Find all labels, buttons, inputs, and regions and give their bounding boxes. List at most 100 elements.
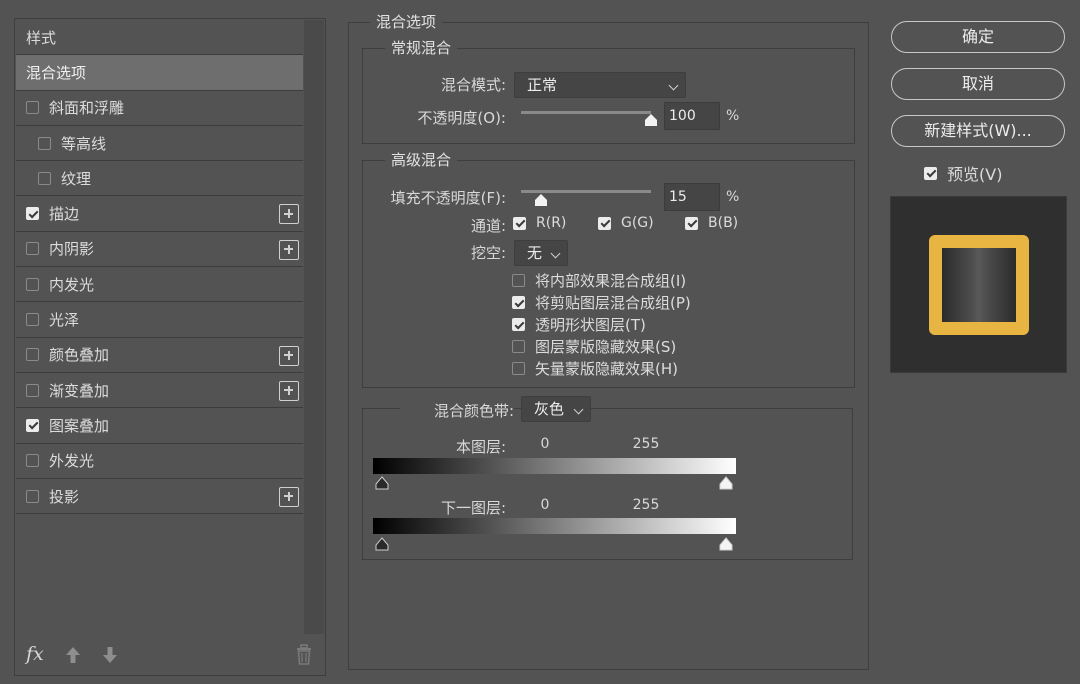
trash-icon[interactable] bbox=[293, 643, 315, 667]
ok-button[interactable]: 确定 bbox=[891, 21, 1065, 53]
fx-icon[interactable]: fx bbox=[26, 643, 44, 665]
blend-if-select[interactable]: 灰色 bbox=[521, 396, 591, 422]
advanced-option-checkbox[interactable]: 矢量蒙版隐藏效果(H) bbox=[512, 358, 678, 379]
opacity-label: 不透明度(O): bbox=[417, 109, 506, 127]
style-item-label: 光泽 bbox=[49, 311, 80, 330]
fill-opacity-slider-thumb[interactable] bbox=[534, 194, 548, 206]
style-item[interactable]: 渐变叠加 bbox=[16, 373, 303, 409]
style-item-label: 图案叠加 bbox=[49, 416, 110, 435]
checkbox-icon[interactable] bbox=[26, 454, 39, 468]
checkbox-checked-icon[interactable] bbox=[26, 418, 39, 432]
blend-if-label: 混合颜色带: bbox=[400, 400, 514, 421]
advanced-option-checkbox[interactable]: 透明形状图层(T) bbox=[512, 314, 646, 335]
new-style-button[interactable]: 新建样式(W)... bbox=[891, 115, 1065, 147]
chevron-down-icon bbox=[573, 404, 584, 415]
advanced-option-checkbox[interactable]: 将剪贴图层混合成组(P) bbox=[512, 292, 691, 313]
underlying-layer-gradient bbox=[373, 518, 736, 534]
move-up-icon[interactable] bbox=[63, 644, 83, 666]
underlying-layer-black-handle[interactable] bbox=[375, 537, 389, 551]
preview-checkbox[interactable]: 预览(V) bbox=[924, 161, 1002, 185]
advanced-blending-title: 高级混合 bbox=[385, 151, 458, 169]
move-down-icon[interactable] bbox=[100, 644, 120, 666]
checkbox-icon[interactable] bbox=[26, 313, 39, 327]
checkbox-icon[interactable] bbox=[26, 277, 39, 291]
this-layer-label: 本图层: bbox=[455, 438, 506, 456]
styles-header[interactable]: 样式 bbox=[16, 20, 303, 56]
blending-options-item[interactable]: 混合选项 bbox=[16, 55, 303, 91]
checkbox-checked-icon bbox=[512, 318, 525, 331]
fill-opacity-slider[interactable] bbox=[521, 190, 651, 193]
advanced-option-checkbox[interactable]: 将内部效果混合成组(I) bbox=[512, 270, 686, 291]
style-item-label: 等高线 bbox=[61, 134, 107, 153]
checkbox-icon bbox=[512, 362, 525, 375]
checkbox-icon[interactable] bbox=[26, 242, 39, 256]
checkbox-icon[interactable] bbox=[26, 101, 39, 115]
general-blending-title: 常规混合 bbox=[385, 39, 458, 57]
underlying-layer-min: 0 bbox=[540, 497, 550, 513]
channel-r-checkbox[interactable]: R(R) bbox=[513, 215, 566, 231]
add-effect-icon[interactable] bbox=[279, 380, 299, 401]
opacity-input[interactable]: 100 bbox=[664, 102, 720, 130]
checkbox-icon bbox=[512, 340, 525, 353]
advanced-option-checkbox[interactable]: 图层蒙版隐藏效果(S) bbox=[512, 336, 676, 357]
checkbox-icon[interactable] bbox=[26, 383, 39, 397]
style-item[interactable]: 内阴影 bbox=[16, 232, 303, 268]
underlying-layer-white-handle[interactable] bbox=[719, 537, 733, 551]
checkbox-checked-icon bbox=[513, 216, 526, 230]
opacity-slider[interactable] bbox=[521, 111, 651, 114]
style-item-label: 纹理 bbox=[61, 169, 92, 188]
preview-label: 预览(V) bbox=[947, 165, 1003, 184]
channel-g-label: G(G) bbox=[621, 215, 654, 231]
checkbox-icon[interactable] bbox=[38, 136, 51, 150]
blending-options-title: 混合选项 bbox=[370, 13, 443, 31]
add-effect-icon[interactable] bbox=[279, 345, 299, 366]
style-item[interactable]: 颜色叠加 bbox=[16, 338, 303, 373]
this-layer-black-handle[interactable] bbox=[375, 476, 389, 490]
blend-mode-value: 正常 bbox=[527, 76, 558, 94]
blend-if-value: 灰色 bbox=[534, 400, 565, 418]
checkbox-icon[interactable] bbox=[26, 348, 39, 362]
checkbox-checked-icon bbox=[685, 216, 698, 230]
add-effect-icon[interactable] bbox=[279, 239, 299, 260]
style-item[interactable]: 投影 bbox=[16, 479, 303, 515]
style-item[interactable]: 外发光 bbox=[16, 444, 303, 479]
this-layer-gradient bbox=[373, 458, 736, 474]
channels-label: 通道: bbox=[470, 217, 506, 235]
style-item-label: 内发光 bbox=[49, 275, 95, 294]
styles-header-label: 样式 bbox=[26, 28, 57, 47]
this-layer-white-handle[interactable] bbox=[719, 476, 733, 490]
channel-b-checkbox[interactable]: B(B) bbox=[685, 215, 738, 231]
style-item[interactable]: 描边 bbox=[16, 196, 303, 232]
opacity-slider-thumb[interactable] bbox=[644, 114, 658, 126]
checkbox-checked-icon bbox=[924, 166, 937, 180]
style-item[interactable]: 斜面和浮雕 bbox=[16, 91, 303, 126]
preview-thumbnail bbox=[929, 235, 1029, 335]
style-item-label: 斜面和浮雕 bbox=[49, 99, 125, 118]
style-item[interactable]: 内发光 bbox=[16, 267, 303, 303]
this-layer-max: 255 bbox=[632, 436, 660, 452]
style-item-label: 描边 bbox=[49, 205, 80, 224]
styles-scrollbar[interactable] bbox=[304, 20, 324, 634]
style-item[interactable]: 光泽 bbox=[16, 302, 303, 338]
fill-opacity-input[interactable]: 15 bbox=[664, 183, 720, 211]
advanced-option-label: 透明形状图层(T) bbox=[535, 316, 646, 334]
style-item[interactable]: 纹理 bbox=[16, 161, 303, 197]
knockout-select[interactable]: 无 bbox=[514, 240, 568, 266]
add-effect-icon[interactable] bbox=[279, 486, 299, 507]
channel-g-checkbox[interactable]: G(G) bbox=[598, 215, 654, 231]
advanced-option-label: 矢量蒙版隐藏效果(H) bbox=[535, 360, 678, 378]
chevron-down-icon bbox=[550, 248, 561, 259]
cancel-button[interactable]: 取消 bbox=[891, 68, 1065, 100]
fill-opacity-unit: % bbox=[726, 189, 740, 205]
add-effect-icon[interactable] bbox=[279, 204, 299, 225]
style-item-label: 颜色叠加 bbox=[49, 346, 110, 365]
checkbox-icon[interactable] bbox=[38, 171, 51, 185]
checkbox-checked-icon[interactable] bbox=[26, 207, 39, 221]
style-item-label: 渐变叠加 bbox=[49, 381, 110, 400]
checkbox-icon[interactable] bbox=[26, 489, 39, 503]
style-item[interactable]: 图案叠加 bbox=[16, 408, 303, 444]
checkbox-checked-icon bbox=[598, 216, 611, 230]
blending-options-label: 混合选项 bbox=[26, 63, 87, 82]
style-item[interactable]: 等高线 bbox=[16, 126, 303, 162]
blend-mode-select[interactable]: 正常 bbox=[514, 72, 686, 98]
